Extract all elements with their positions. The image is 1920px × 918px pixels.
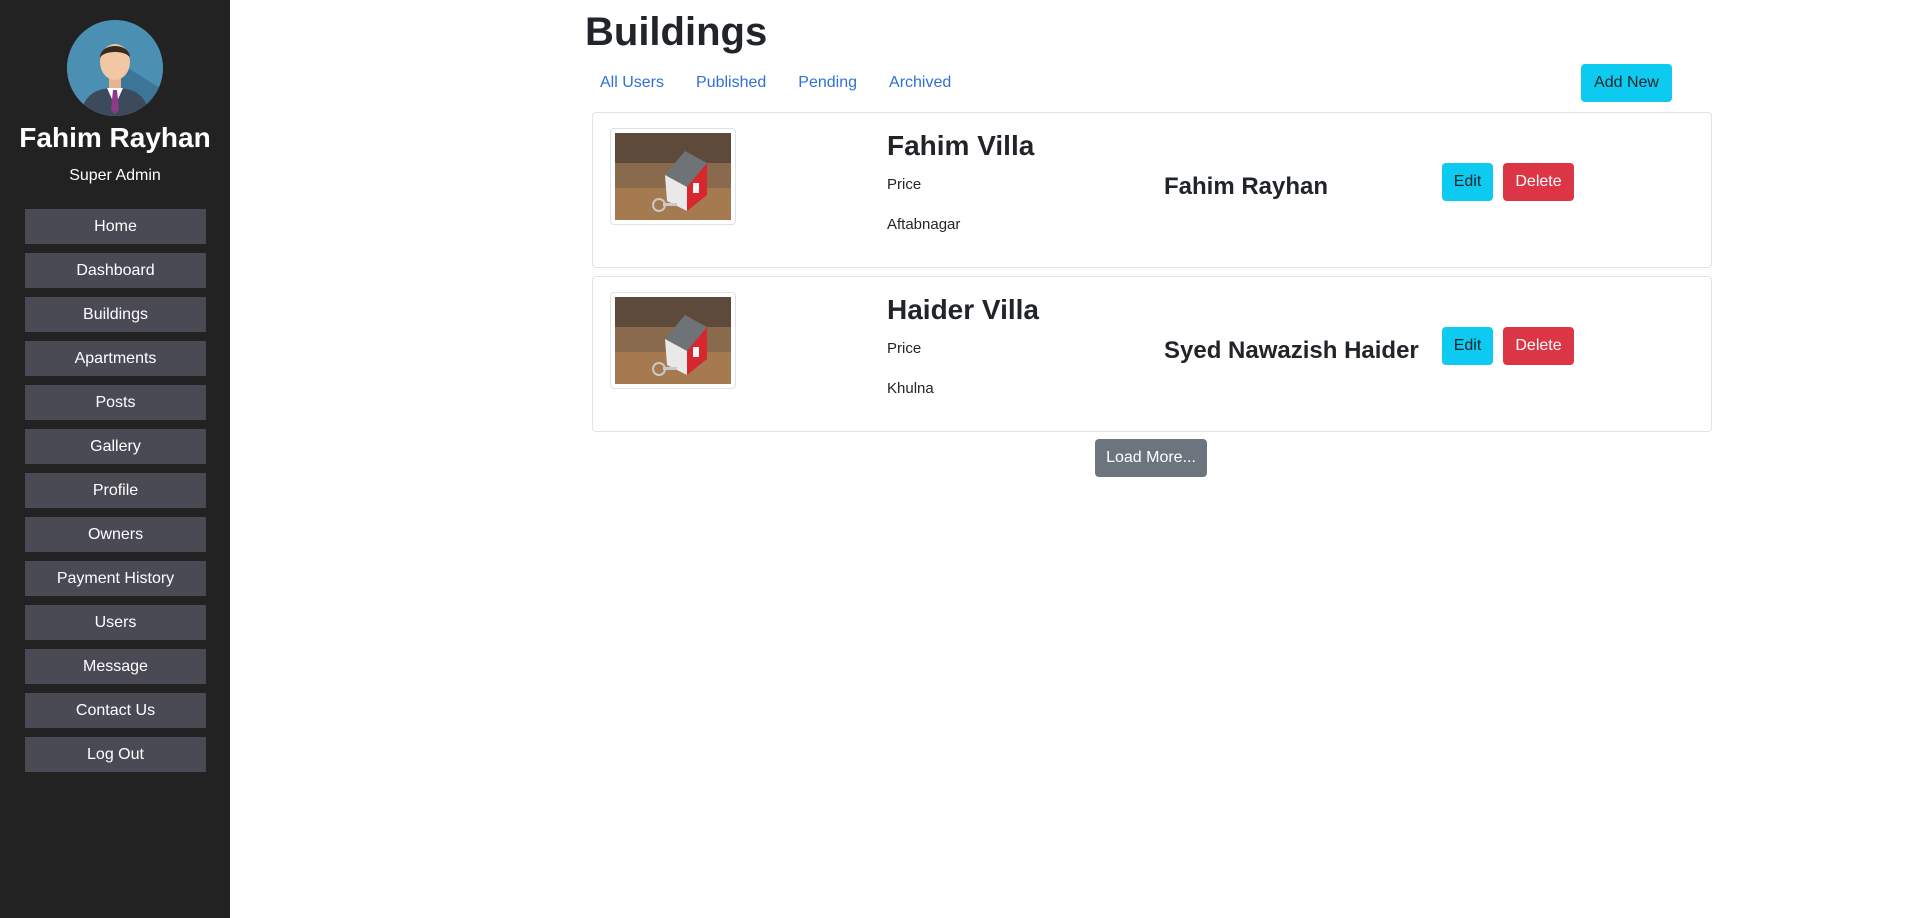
building-owner: Syed Nawazish Haider bbox=[1164, 337, 1419, 364]
user-avatar-icon bbox=[67, 20, 163, 116]
tab-archived[interactable]: Archived bbox=[873, 74, 967, 92]
building-price: Price bbox=[887, 340, 922, 357]
avatar bbox=[67, 20, 163, 116]
delete-button[interactable]: Delete bbox=[1503, 327, 1574, 365]
sidebar-item-payment-history[interactable]: Payment History bbox=[25, 561, 206, 596]
building-name: Fahim Villa bbox=[887, 130, 1035, 161]
sidebar-item-buildings[interactable]: Buildings bbox=[25, 297, 206, 332]
building-location: Khulna bbox=[887, 380, 934, 397]
sidebar-nav: Home Dashboard Buildings Apartments Post… bbox=[25, 209, 206, 781]
tab-all-users[interactable]: All Users bbox=[585, 74, 680, 92]
building-owner: Fahim Rayhan bbox=[1164, 173, 1329, 200]
sidebar-item-dashboard[interactable]: Dashboard bbox=[25, 253, 206, 288]
delete-button[interactable]: Delete bbox=[1503, 163, 1574, 201]
edit-button[interactable]: Edit bbox=[1442, 327, 1493, 365]
building-name: Haider Villa bbox=[887, 294, 1040, 325]
sidebar-item-log-out[interactable]: Log Out bbox=[25, 737, 206, 772]
sidebar-item-profile[interactable]: Profile bbox=[25, 473, 206, 508]
house-photo-icon bbox=[615, 297, 731, 384]
load-more-button[interactable]: Load More... bbox=[1095, 439, 1207, 477]
edit-button[interactable]: Edit bbox=[1442, 163, 1493, 201]
tab-published[interactable]: Published bbox=[680, 74, 782, 92]
sidebar-item-contact-us[interactable]: Contact Us bbox=[25, 693, 206, 728]
building-card: Fahim Villa Price Aftabnagar Fahim Rayha… bbox=[592, 112, 1712, 268]
house-photo-icon bbox=[615, 133, 731, 220]
sidebar-item-owners[interactable]: Owners bbox=[25, 517, 206, 552]
sidebar-item-posts[interactable]: Posts bbox=[25, 385, 206, 420]
sidebar-item-home[interactable]: Home bbox=[25, 209, 206, 244]
sidebar-item-users[interactable]: Users bbox=[25, 605, 206, 640]
tab-pending[interactable]: Pending bbox=[782, 74, 873, 92]
building-card: Haider Villa Price Khulna Syed Nawazish … bbox=[592, 276, 1712, 432]
sidebar-item-message[interactable]: Message bbox=[25, 649, 206, 684]
page-title: Buildings bbox=[585, 10, 768, 54]
user-role: Super Admin bbox=[69, 167, 161, 184]
sidebar-item-gallery[interactable]: Gallery bbox=[25, 429, 206, 464]
user-name: Fahim Rayhan bbox=[19, 122, 211, 153]
building-location: Aftabnagar bbox=[887, 216, 961, 233]
building-price: Price bbox=[887, 176, 922, 193]
sidebar: Fahim Rayhan Super Admin Home Dashboard … bbox=[0, 0, 230, 918]
building-thumbnail[interactable] bbox=[610, 128, 736, 225]
filter-tabs: All Users Published Pending Archived bbox=[585, 74, 967, 92]
building-thumbnail[interactable] bbox=[610, 292, 736, 389]
sidebar-item-apartments[interactable]: Apartments bbox=[25, 341, 206, 376]
add-new-button[interactable]: Add New bbox=[1581, 64, 1672, 102]
